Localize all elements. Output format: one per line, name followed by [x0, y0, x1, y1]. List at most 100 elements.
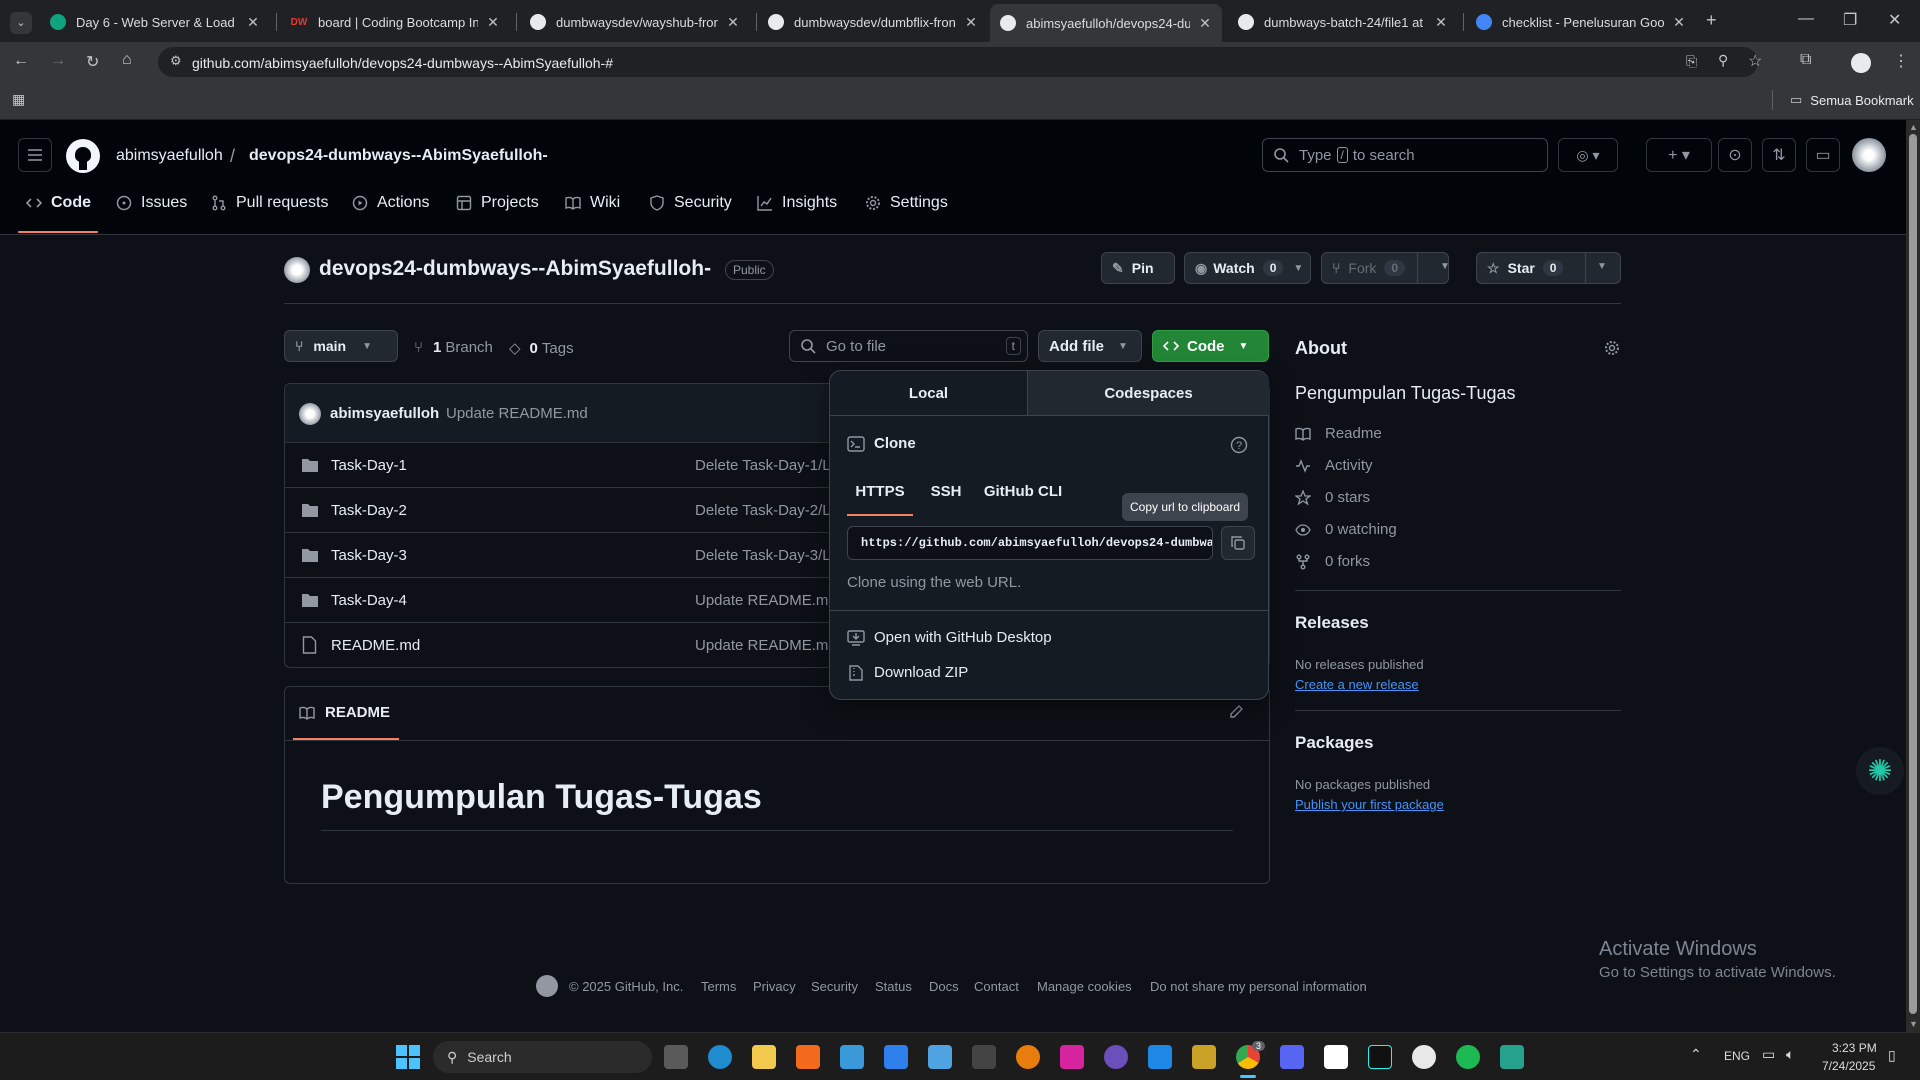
file-name[interactable]: Task-Day-2 [331, 502, 407, 519]
tab-close-icon[interactable]: ✕ [1672, 14, 1686, 31]
app-icon-3[interactable] [1148, 1045, 1172, 1069]
file-explorer-icon[interactable] [752, 1045, 776, 1069]
site-info-icon[interactable]: ⚙ [170, 53, 182, 69]
edit-pencil-icon[interactable] [1228, 704, 1244, 720]
minimize-icon[interactable]: — [1798, 10, 1814, 28]
omnibox[interactable]: ⚙ github.com/abimsyaefulloh/devops24-dum… [158, 47, 1758, 77]
scroll-down-icon[interactable]: ▼ [1909, 1019, 1918, 1029]
about-stars-link[interactable]: 0 stars [1295, 489, 1370, 506]
fork-button[interactable]: ⑂ Fork 0 [1321, 252, 1449, 284]
spotify-icon[interactable] [1456, 1045, 1480, 1069]
pin-button[interactable]: ✎ Pin [1101, 252, 1175, 284]
footer-link-privacy[interactable]: Privacy [753, 979, 796, 994]
instagram-icon[interactable] [1060, 1045, 1084, 1069]
file-commit-message[interactable]: Delete Task-Day-1/L [695, 457, 831, 474]
packages-title[interactable]: Packages [1295, 733, 1373, 753]
bookmark-star-icon[interactable]: ☆ [1748, 51, 1762, 71]
tab-close-icon[interactable]: ✕ [486, 14, 500, 31]
chatgpt-icon[interactable] [1412, 1045, 1436, 1069]
browser-tab-3[interactable]: dumbwaysdev/dumbflix-fronte ✕ [758, 6, 988, 38]
zoom-icon[interactable]: ⚲ [1718, 52, 1728, 69]
clock-time[interactable]: 3:23 PM [1832, 1041, 1877, 1055]
tab-issues[interactable]: Issues [116, 186, 187, 220]
chrome-menu-icon[interactable]: ⋮ [1893, 51, 1909, 71]
branch-select[interactable]: ⑂ main ▼ [284, 330, 398, 362]
go-to-file-input[interactable]: Go to file t [789, 330, 1028, 362]
tab-insights[interactable]: Insights [757, 186, 837, 220]
repo-link[interactable]: devops24-dumbways--AbimSyaefulloh- [249, 147, 548, 165]
open-with-desktop[interactable]: Open with GitHub Desktop [847, 629, 1052, 646]
commit-author[interactable]: abimsyaefulloh [330, 405, 439, 422]
browser-tab-1[interactable]: DW board | Coding Bootcamp Indo ✕ [280, 6, 510, 38]
apps-grid-icon[interactable]: ▦ [12, 91, 25, 108]
inbox-button[interactable]: ▭ [1806, 138, 1840, 172]
footer-link-docs[interactable]: Docs [929, 979, 959, 994]
help-icon[interactable]: ? [1230, 436, 1248, 454]
app-icon-4[interactable] [1192, 1045, 1216, 1069]
file-commit-message[interactable]: Delete Task-Day-2/L [695, 502, 831, 519]
gear-icon[interactable] [1604, 340, 1620, 356]
copilot-button[interactable]: ◎ ▾ [1558, 138, 1618, 172]
fork-dropdown-icon[interactable]: ▼ [1440, 261, 1450, 272]
tab-pull-requests[interactable]: Pull requests [211, 186, 329, 220]
all-bookmarks-folder[interactable]: ▭ Semua Bookmark [1790, 92, 1914, 108]
branches-link[interactable]: ⑂ 1 Branch [414, 339, 493, 356]
browser-tab-2[interactable]: dumbwaysdev/wayshub-fronte ✕ [520, 6, 750, 38]
protocol-https[interactable]: HTTPS [847, 471, 913, 511]
browser-tab-0[interactable]: Day 6 - Web Server & Load Bal ✕ [40, 6, 270, 38]
repo-title[interactable]: devops24-dumbways--AbimSyaefulloh- [319, 257, 711, 281]
protocol-ssh[interactable]: SSH [923, 471, 969, 511]
user-avatar[interactable] [1852, 138, 1886, 172]
about-readme-link[interactable]: Readme [1295, 425, 1382, 442]
download-zip[interactable]: Download ZIP [847, 664, 968, 681]
tab-close-icon[interactable]: ✕ [964, 14, 978, 31]
file-name[interactable]: Task-Day-4 [331, 592, 407, 609]
windows-start-icon[interactable] [396, 1045, 420, 1069]
browser-tab-5[interactable]: dumbways-batch-24/file1 at m ✕ [1228, 6, 1458, 38]
footer-link-security[interactable]: Security [811, 979, 858, 994]
brave-icon[interactable] [796, 1045, 820, 1069]
back-icon[interactable]: ← [13, 52, 29, 70]
tab-close-icon[interactable]: ✕ [1198, 15, 1212, 32]
file-name[interactable]: Task-Day-1 [331, 457, 407, 474]
issues-button[interactable]: ⊙ [1718, 138, 1752, 172]
about-activity-link[interactable]: Activity [1295, 457, 1373, 474]
profile-avatar[interactable] [1851, 53, 1871, 73]
restore-icon[interactable]: ❐ [1843, 10, 1857, 30]
global-search-input[interactable]: Type / to search [1262, 138, 1548, 172]
create-new-button[interactable]: + ▾ [1646, 138, 1712, 172]
file-name[interactable]: Task-Day-3 [331, 547, 407, 564]
file-commit-message[interactable]: Update README.md [695, 592, 837, 609]
notepad-icon[interactable] [840, 1045, 864, 1069]
footer-link-status[interactable]: Status [875, 979, 912, 994]
page-scrollbar[interactable]: ▲ ▼ [1906, 120, 1920, 1032]
tab-code[interactable]: Code [26, 186, 91, 220]
readme-tab[interactable]: README [299, 704, 390, 721]
clone-url-field[interactable]: https://github.com/abimsyaefulloh/devops… [847, 526, 1213, 560]
publish-package-link[interactable]: Publish your first package [1295, 797, 1444, 812]
tab-codespaces[interactable]: Codespaces [1028, 371, 1269, 416]
tab-search-icon[interactable]: ⌄ [10, 12, 32, 34]
photos-icon[interactable] [928, 1045, 952, 1069]
task-view-icon[interactable] [664, 1045, 688, 1069]
blender-icon[interactable] [1016, 1045, 1040, 1069]
footer-link-manage-cookies[interactable]: Manage cookies [1037, 979, 1132, 994]
file-commit-message[interactable]: Delete Task-Day-3/L [695, 547, 831, 564]
create-release-link[interactable]: Create a new release [1295, 677, 1419, 692]
tab-wiki[interactable]: Wiki [565, 186, 620, 220]
app-icon-1[interactable] [884, 1045, 908, 1069]
app-icon-5[interactable] [1280, 1045, 1304, 1069]
github-logo-icon[interactable] [66, 139, 100, 173]
new-tab-icon[interactable]: + [1706, 10, 1717, 31]
protocol-github-cli[interactable]: GitHub CLI [980, 471, 1066, 511]
tab-security[interactable]: Security [649, 186, 732, 220]
tab-projects[interactable]: Projects [456, 186, 539, 220]
show-hidden-icons[interactable]: ⌃ [1690, 1046, 1702, 1063]
owner-link[interactable]: abimsyaefulloh [116, 147, 223, 165]
floating-assistant-icon[interactable]: ✺ [1856, 747, 1904, 795]
tab-close-icon[interactable]: ✕ [1434, 14, 1448, 31]
tab-close-icon[interactable]: ✕ [726, 14, 740, 31]
tab-local[interactable]: Local [830, 371, 1028, 416]
about-watching-link[interactable]: 0 watching [1295, 521, 1397, 538]
app-icon-6[interactable] [1500, 1045, 1524, 1069]
